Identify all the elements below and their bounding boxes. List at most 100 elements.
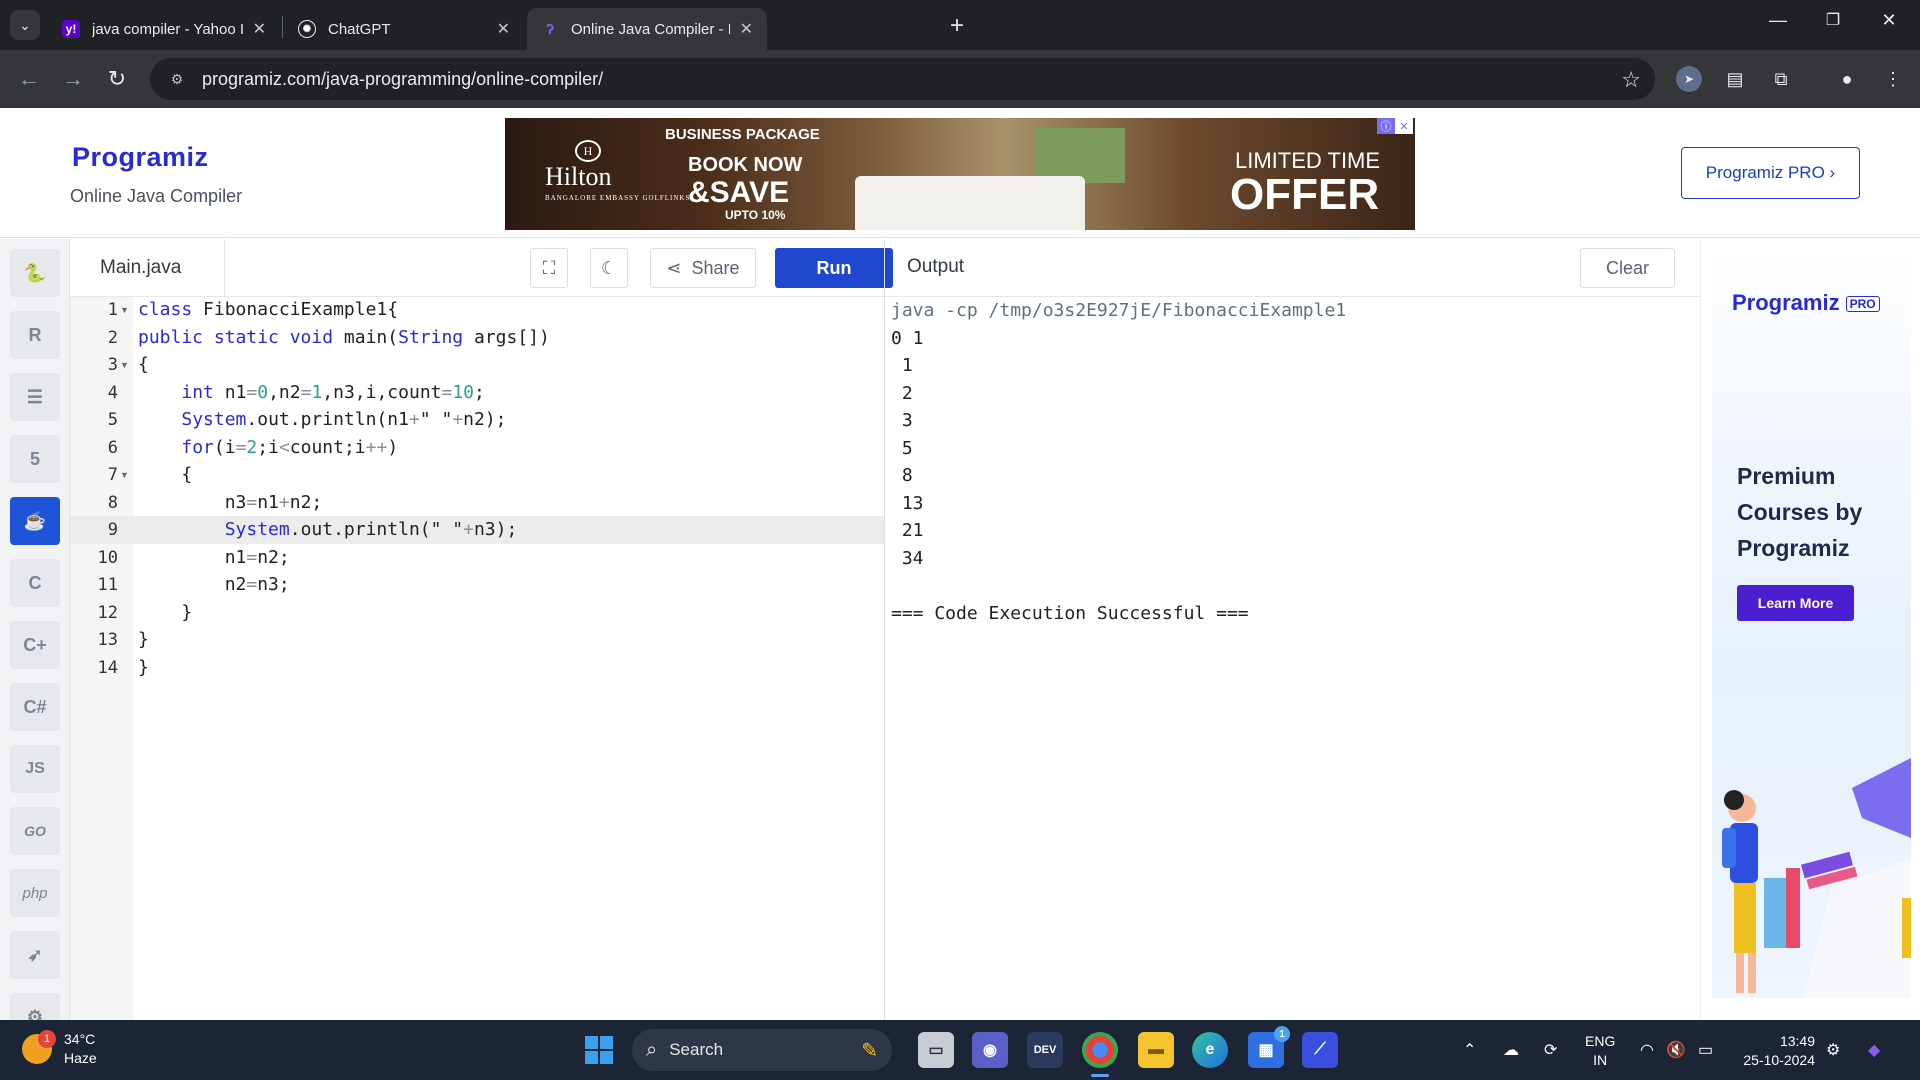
close-icon[interactable]: ✕ bbox=[740, 19, 753, 39]
close-icon[interactable]: ✕ bbox=[497, 19, 510, 39]
learn-more-button[interactable]: Learn More bbox=[1737, 585, 1854, 621]
wifi-icon[interactable]: ◠ bbox=[1640, 1040, 1654, 1060]
ad-package-text: BUSINESS PACKAGE bbox=[665, 126, 820, 143]
output-header: Output Clear bbox=[885, 239, 1700, 297]
line-number: 3 bbox=[107, 355, 118, 375]
code-line[interactable]: } bbox=[138, 599, 192, 627]
output-line: 2 bbox=[891, 383, 913, 404]
show-hidden-icons-chevron[interactable]: ⌃ bbox=[1463, 1040, 1476, 1060]
code-line[interactable]: System.out.println(" "+n3); bbox=[138, 516, 518, 544]
line-number: 6 bbox=[107, 438, 118, 458]
python-icon[interactable]: 🐍 bbox=[10, 249, 60, 297]
close-window-button[interactable]: ✕ bbox=[1866, 10, 1912, 31]
taskbar-search[interactable]: ⌕ Search ✎ bbox=[632, 1029, 892, 1071]
sql-icon[interactable]: ☰ bbox=[10, 373, 60, 421]
reload-icon[interactable]: ↻ bbox=[102, 66, 132, 92]
html-icon[interactable]: 5 bbox=[10, 435, 60, 483]
tab-chatgpt[interactable]: ✺ ChatGPT ✕ bbox=[284, 8, 524, 50]
fullscreen-icon[interactable]: ⛶ bbox=[530, 248, 568, 288]
fold-arrow-icon[interactable]: ▼ bbox=[120, 296, 129, 324]
swift-icon[interactable]: ➶ bbox=[10, 931, 60, 979]
r-icon[interactable]: R bbox=[10, 311, 60, 359]
address-bar[interactable]: ⚙ programiz.com/java-programming/online-… bbox=[150, 58, 1655, 100]
url-text[interactable]: programiz.com/java-programming/online-co… bbox=[202, 69, 603, 90]
file-explorer-icon[interactable]: ▬ bbox=[1138, 1032, 1174, 1068]
ad-close-icon[interactable]: ✕ bbox=[1395, 118, 1413, 134]
restore-button[interactable]: ❐ bbox=[1810, 10, 1856, 30]
code-line[interactable]: { bbox=[138, 461, 192, 489]
tab-search-button[interactable]: ⌄ bbox=[10, 10, 40, 40]
fold-arrow-icon[interactable]: ▼ bbox=[120, 351, 129, 379]
clear-button[interactable]: Clear bbox=[1580, 248, 1675, 288]
code-line[interactable]: for(i=2;i<count;i++) bbox=[138, 434, 398, 462]
extension-media-icon[interactable]: ▤ bbox=[1722, 66, 1748, 92]
tab-yahoo[interactable]: y! java compiler - Yahoo India Sea ✕ bbox=[48, 8, 280, 50]
edge-icon[interactable]: e bbox=[1192, 1032, 1228, 1068]
programiz-icon: ʔ bbox=[545, 20, 555, 38]
csharp-icon[interactable]: C# bbox=[10, 683, 60, 731]
c-icon[interactable]: C bbox=[10, 559, 60, 607]
code-line[interactable]: n1=n2; bbox=[138, 544, 290, 572]
output-line: 1 bbox=[891, 355, 913, 376]
battery-icon[interactable]: ▭ bbox=[1698, 1040, 1713, 1060]
ad-offer-text: OFFER bbox=[1230, 170, 1380, 219]
volume-muted-icon[interactable]: 🔇 bbox=[1666, 1040, 1686, 1060]
rust-icon[interactable]: ⚙ bbox=[10, 993, 60, 1020]
file-tab-main-java[interactable]: Main.java bbox=[70, 239, 225, 297]
dark-mode-moon-icon[interactable]: ☾ bbox=[590, 248, 628, 288]
code-line[interactable]: { bbox=[138, 351, 149, 379]
chrome-icon[interactable] bbox=[1082, 1032, 1118, 1068]
windows-start-icon[interactable] bbox=[585, 1036, 613, 1064]
programiz-pro-button[interactable]: Programiz PRO › bbox=[1681, 147, 1860, 199]
banner-ad[interactable]: H Hilton BANGALORE EMBASSY GOLFLINKS BUSI… bbox=[505, 118, 1415, 230]
run-button[interactable]: Run bbox=[775, 248, 893, 288]
microsoft-store-icon[interactable]: ▦ 1 bbox=[1248, 1026, 1290, 1068]
weather-widget[interactable]: 1 34°C Haze bbox=[22, 1030, 97, 1068]
sync-icon[interactable]: ⟳ bbox=[1544, 1040, 1557, 1060]
side-ad-logo: Programiz PRO bbox=[1732, 290, 1880, 316]
output-command-line: java -cp /tmp/o3s2E927jE/FibonacciExampl… bbox=[891, 300, 1347, 321]
forward-arrow-icon[interactable]: → bbox=[58, 66, 88, 92]
code-line[interactable]: n2=n3; bbox=[138, 571, 290, 599]
bookmark-star-icon[interactable]: ☆ bbox=[1621, 67, 1641, 93]
vpn-app-icon[interactable]: ⟋ bbox=[1302, 1032, 1338, 1068]
clock[interactable]: 13:49 25-10-2024 bbox=[1735, 1032, 1815, 1070]
tab-title: java compiler - Yahoo India Sea bbox=[92, 20, 243, 38]
extension-cursor-icon[interactable]: ➤ bbox=[1676, 66, 1702, 92]
tab-programiz[interactable]: ʔ Online Java Compiler - Program ✕ bbox=[527, 8, 767, 50]
code-line[interactable]: } bbox=[138, 626, 149, 654]
output-line: 5 bbox=[891, 438, 913, 459]
share-button[interactable]: ⋖ Share bbox=[650, 248, 756, 288]
code-line[interactable]: class FibonacciExample1{ bbox=[138, 296, 398, 324]
back-arrow-icon[interactable]: ← bbox=[14, 66, 44, 92]
profile-icon[interactable]: ● bbox=[1834, 66, 1860, 92]
notifications-gear-icon[interactable]: ⚙ bbox=[1826, 1040, 1840, 1060]
copilot-icon[interactable]: ◆ bbox=[1868, 1040, 1880, 1060]
onedrive-icon[interactable]: ☁ bbox=[1503, 1040, 1519, 1060]
code-line[interactable]: System.out.println(n1+" "+n2); bbox=[138, 406, 506, 434]
teams-chat-icon[interactable]: ◉ bbox=[972, 1032, 1008, 1068]
go-icon[interactable]: GO bbox=[10, 807, 60, 855]
new-tab-button[interactable]: + bbox=[950, 12, 964, 40]
extensions-puzzle-icon[interactable]: ⧉ bbox=[1768, 66, 1794, 92]
code-line[interactable]: } bbox=[138, 654, 149, 682]
code-line[interactable]: n3=n1+n2; bbox=[138, 489, 323, 517]
language-indicator[interactable]: ENG IN bbox=[1585, 1032, 1615, 1070]
site-info-icon[interactable]: ⚙ bbox=[166, 68, 188, 90]
fold-arrow-icon[interactable]: ▼ bbox=[120, 461, 129, 489]
java-icon[interactable]: ☕ bbox=[10, 497, 60, 545]
code-line[interactable]: int n1=0,n2=1,n3,i,count=10; bbox=[138, 379, 485, 407]
dev-home-icon[interactable]: DEV bbox=[1027, 1032, 1063, 1068]
minimize-button[interactable]: — bbox=[1755, 10, 1801, 31]
page-subtitle: Online Java Compiler bbox=[70, 186, 243, 206]
more-menu-icon[interactable]: ⋮ bbox=[1880, 66, 1906, 92]
programiz-logo[interactable]: Programiz bbox=[72, 142, 209, 173]
cpp-icon[interactable]: C+ bbox=[10, 621, 60, 669]
javascript-icon[interactable]: JS bbox=[10, 745, 60, 793]
side-ad[interactable]: Programiz PRO Premium Courses by Programi… bbox=[1712, 248, 1911, 998]
code-line[interactable]: public static void main(String args[]) bbox=[138, 324, 550, 352]
php-icon[interactable]: php bbox=[10, 869, 60, 917]
ad-choices-icon[interactable]: ⓘ bbox=[1377, 118, 1395, 134]
task-view-icon[interactable]: ▭ bbox=[918, 1032, 954, 1068]
close-icon[interactable]: ✕ bbox=[253, 19, 266, 39]
